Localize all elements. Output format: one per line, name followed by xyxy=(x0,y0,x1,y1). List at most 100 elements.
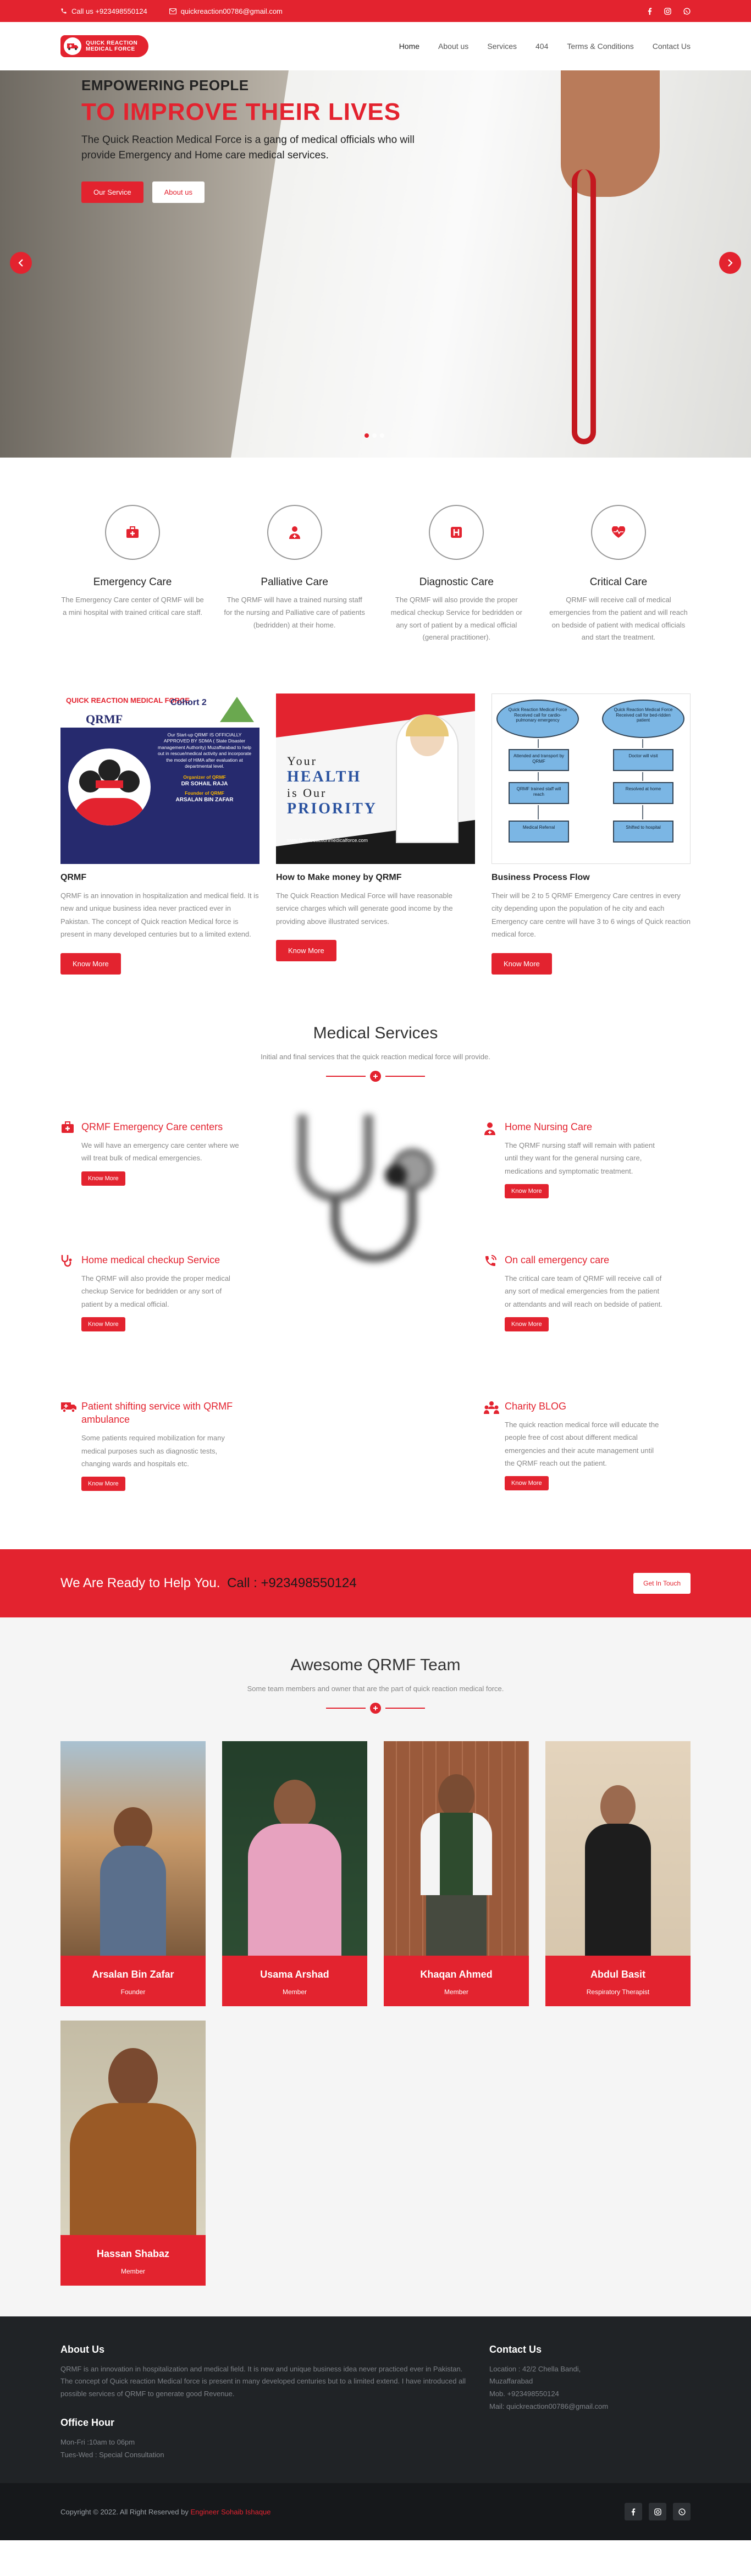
info-card-title: QRMF xyxy=(60,873,87,882)
footer-contact-title: Contact Us xyxy=(489,2343,542,2355)
section-subtitle: Some team members and owner that are the… xyxy=(247,1684,504,1693)
slider-prev-button[interactable] xyxy=(10,252,32,274)
people-icon xyxy=(484,1400,505,1491)
info-card-text: Their will be 2 to 5 QRMF Emergency Care… xyxy=(492,891,691,939)
hero-subtitle: EMPOWERING PEOPLE xyxy=(81,77,249,93)
care-card: Emergency Care The Emergency Care center… xyxy=(60,505,205,644)
site-header: QUICK REACTION MEDICAL FORCE Home About … xyxy=(0,22,751,70)
medical-service-item: On call emergency care The critical care… xyxy=(484,1253,665,1332)
info-card-title: Business Process Flow xyxy=(492,873,590,882)
get-in-touch-button[interactable]: Get In Touch xyxy=(633,1572,691,1594)
team-member-photo xyxy=(384,1741,529,1956)
team-member-name: Usama Arshad xyxy=(260,1968,329,1980)
envelope-icon xyxy=(169,8,176,14)
medical-service-title: Patient shifting service with QRMF ambul… xyxy=(81,1400,233,1425)
know-more-button[interactable]: Know More xyxy=(276,940,336,962)
about-us-button[interactable]: About us xyxy=(152,181,205,203)
slider-dot[interactable] xyxy=(372,433,377,438)
nav-terms[interactable]: Terms & Conditions xyxy=(567,42,633,51)
topbar-phone-text: Call us +923498550124 xyxy=(71,7,147,15)
medical-service-text: The QRMF will also provide the proper me… xyxy=(81,1274,230,1308)
whatsapp-icon[interactable] xyxy=(673,2503,691,2521)
medical-service-text: We will have an emergency care center wh… xyxy=(81,1141,239,1163)
footer-hours-line: Mon-Fri :10am to 06pm xyxy=(60,2437,135,2446)
topbar-email[interactable]: quickreaction00786@gmail.com xyxy=(169,7,283,15)
team-member-name: Abdul Basit xyxy=(590,1968,645,1980)
medical-service-item: Charity BLOG The quick reaction medical … xyxy=(484,1400,665,1491)
know-more-button[interactable]: Know More xyxy=(81,1477,125,1491)
medical-service-item: Home Nursing Care The QRMF nursing staff… xyxy=(484,1120,665,1199)
poster-line: PRIORITY xyxy=(287,800,378,817)
whatsapp-icon[interactable] xyxy=(683,7,691,15)
nav-404[interactable]: 404 xyxy=(535,42,548,51)
poster-cohort: Cohort 2 xyxy=(170,698,207,707)
slider-dots xyxy=(365,433,384,438)
bottom-bar: Copyright © 2022. All Right Reserved by … xyxy=(0,2483,751,2541)
know-more-button[interactable]: Know More xyxy=(505,1184,549,1199)
medical-service-title: Charity BLOG xyxy=(505,1400,567,1412)
care-card: Critical Care QRMF will receive call of … xyxy=(546,505,691,644)
nav-contact[interactable]: Contact Us xyxy=(653,42,691,51)
know-more-button[interactable]: Know More xyxy=(505,1317,549,1332)
team-member-card: Arsalan Bin Zafar Founder xyxy=(60,1741,206,2006)
medical-service-item: Home medical checkup Service The QRMF wi… xyxy=(60,1253,242,1332)
topbar-phone[interactable]: Call us +923498550124 xyxy=(60,7,147,15)
health-priority-image: Your HEALTH is Our PRIORITY www.Quickrea… xyxy=(276,693,475,864)
facebook-icon[interactable] xyxy=(648,7,652,15)
site-footer: About Us QRMF is an innovation in hospit… xyxy=(0,2316,751,2484)
nav-about[interactable]: About us xyxy=(438,42,468,51)
footer-contact: Contact Us Location : 42/2 Chella Bandi,… xyxy=(489,2344,610,2462)
copyright-author-link[interactable]: Engineer Sohaib Ishaque xyxy=(191,2508,271,2516)
first-aid-kit-icon xyxy=(60,1120,81,1186)
team-member-card: Usama Arshad Member xyxy=(222,1741,367,2006)
care-text: QRMF will receive call of medical emerge… xyxy=(549,596,688,642)
medical-service-text: Some patients required mobilization for … xyxy=(81,1434,225,1468)
poster-text: DR SOHAIL RAJA xyxy=(181,781,228,788)
nav-home[interactable]: Home xyxy=(399,42,419,51)
slider-dot[interactable] xyxy=(365,433,369,438)
site-logo[interactable]: QUICK REACTION MEDICAL FORCE xyxy=(60,35,148,57)
team-member-photo xyxy=(60,2020,206,2235)
facebook-icon[interactable] xyxy=(625,2503,642,2521)
section-title: Medical Services xyxy=(313,1023,438,1042)
stethoscope-image xyxy=(297,1114,434,1262)
team-member-name: Khaqan Ahmed xyxy=(420,1968,493,1980)
know-more-button[interactable]: Know More xyxy=(81,1171,125,1186)
cta-text: We Are Ready to Help You. Call : +923498… xyxy=(60,1576,357,1591)
team-member-card: Abdul Basit Respiratory Therapist xyxy=(545,1741,691,2006)
plus-icon xyxy=(370,1702,381,1714)
team-member-card: Khaqan Ahmed Member xyxy=(384,1741,529,2006)
care-text: The QRMF will have a trained nursing sta… xyxy=(224,596,365,629)
footer-mobile[interactable]: Mob. +923498550124 xyxy=(489,2388,610,2401)
know-more-button[interactable]: Know More xyxy=(60,953,121,975)
poster-text: ARSALAN BIN ZAFAR xyxy=(175,797,234,803)
medical-service-item: QRMF Emergency Care centers We will have… xyxy=(60,1120,242,1186)
know-more-button[interactable]: Know More xyxy=(505,1476,549,1491)
instagram-icon[interactable] xyxy=(649,2503,666,2521)
info-cards: QUICK REACTION MEDICAL FORCE QRMF Cohort… xyxy=(0,688,751,1024)
section-separator xyxy=(60,1070,691,1082)
info-card: QUICK REACTION MEDICAL FORCE QRMF Cohort… xyxy=(60,693,259,975)
medical-service-item: Patient shifting service with QRMF ambul… xyxy=(60,1400,242,1491)
know-more-button[interactable]: Know More xyxy=(492,953,552,975)
nurse-icon xyxy=(267,505,322,560)
cta-phone[interactable]: Call : +923498550124 xyxy=(227,1576,357,1590)
info-card: Your HEALTH is Our PRIORITY www.Quickrea… xyxy=(276,693,475,975)
hero-stethoscope-image xyxy=(572,169,596,444)
know-more-button[interactable]: Know More xyxy=(81,1317,125,1332)
slider-dot[interactable] xyxy=(380,433,384,438)
footer-mail[interactable]: Mail: quickreaction00786@gmail.com xyxy=(489,2401,610,2413)
medical-service-title: Home medical checkup Service xyxy=(81,1254,220,1265)
footer-social xyxy=(625,2503,691,2521)
slider-next-button[interactable] xyxy=(719,252,741,274)
medical-service-text: The critical care team of QRMF will rece… xyxy=(505,1274,662,1308)
cta-banner: We Are Ready to Help You. Call : +923498… xyxy=(0,1549,751,1617)
our-service-button[interactable]: Our Service xyxy=(81,181,143,203)
team-member-name: Hassan Shabaz xyxy=(96,2248,170,2259)
instagram-icon[interactable] xyxy=(664,7,671,15)
phone-icon xyxy=(61,8,67,14)
hospital-icon xyxy=(429,505,484,560)
copyright: Copyright © 2022. All Right Reserved by … xyxy=(60,2508,271,2516)
team-member-photo xyxy=(222,1741,367,1956)
nav-services[interactable]: Services xyxy=(487,42,517,51)
